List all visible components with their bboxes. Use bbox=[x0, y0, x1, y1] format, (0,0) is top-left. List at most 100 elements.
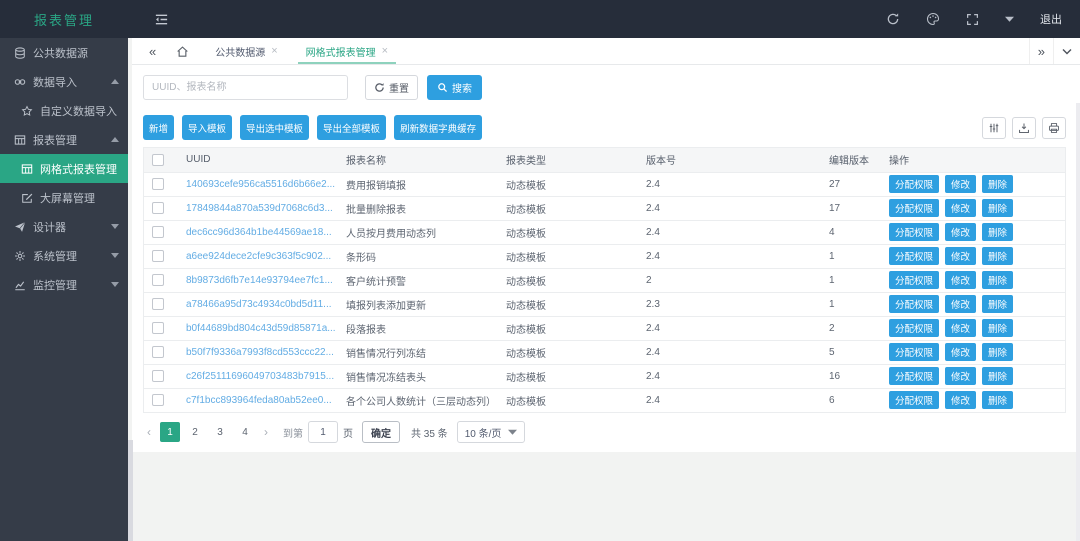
export-button[interactable] bbox=[1012, 117, 1036, 139]
row-checkbox[interactable] bbox=[152, 274, 164, 286]
toolbar-button[interactable]: 导出全部模板 bbox=[317, 115, 386, 140]
modify-button[interactable]: 修改 bbox=[945, 247, 976, 265]
sidebar-item[interactable]: 数据导入 bbox=[0, 67, 128, 96]
refresh-icon[interactable] bbox=[886, 12, 900, 26]
home-tab-icon[interactable] bbox=[164, 45, 201, 58]
delete-button[interactable]: 删除 bbox=[982, 391, 1013, 409]
delete-button[interactable]: 删除 bbox=[982, 247, 1013, 265]
uuid-link[interactable]: c7f1bcc893964feda80ab52ee0... bbox=[186, 395, 332, 406]
chevron-down-icon[interactable] bbox=[1053, 38, 1080, 64]
assign-permission-button[interactable]: 分配权限 bbox=[889, 343, 939, 361]
report-management-app: 报表管理 退出 公共数据源数据导入自定义数据导入报表管理网格式报表管理大屏幕管理… bbox=[0, 0, 1080, 541]
select-all-checkbox[interactable] bbox=[152, 154, 164, 166]
next-page-button[interactable]: › bbox=[260, 425, 272, 439]
delete-button[interactable]: 删除 bbox=[982, 223, 1013, 241]
sidebar-item[interactable]: 监控管理 bbox=[0, 270, 128, 299]
close-tab-icon[interactable]: × bbox=[382, 45, 388, 57]
collapse-tabs-icon[interactable]: « bbox=[141, 44, 164, 59]
modify-button[interactable]: 修改 bbox=[945, 199, 976, 217]
delete-button[interactable]: 删除 bbox=[982, 271, 1013, 289]
page-number[interactable]: 1 bbox=[160, 422, 180, 442]
delete-button[interactable]: 删除 bbox=[982, 199, 1013, 217]
row-checkbox[interactable] bbox=[152, 250, 164, 262]
uuid-link[interactable]: a6ee924dece2cfe9c363f5c902... bbox=[186, 251, 331, 262]
uuid-link[interactable]: b0f44689bd804c43d59d85871a... bbox=[186, 323, 336, 334]
sidebar-item[interactable]: 大屏幕管理 bbox=[0, 183, 128, 212]
caret-down-icon[interactable] bbox=[1005, 16, 1014, 22]
vertical-scrollbar[interactable] bbox=[1076, 103, 1080, 541]
page-size-select[interactable]: 10 条/页 bbox=[457, 421, 526, 443]
toolbar-button[interactable]: 导入模板 bbox=[182, 115, 232, 140]
page-number[interactable]: 3 bbox=[210, 422, 230, 442]
modify-button[interactable]: 修改 bbox=[945, 367, 976, 385]
uuid-link[interactable]: 8b9873d6fb7e14e93794ee7fc1... bbox=[186, 275, 333, 286]
toolbar-button[interactable]: 新增 bbox=[143, 115, 174, 140]
uuid-link[interactable]: 140693cefe956ca5516d6b66e2... bbox=[186, 179, 335, 190]
page-number[interactable]: 2 bbox=[185, 422, 205, 442]
confirm-page-button[interactable]: 确定 bbox=[362, 421, 400, 443]
assign-permission-button[interactable]: 分配权限 bbox=[889, 199, 939, 217]
edit-version-cell: 16 bbox=[821, 364, 881, 388]
row-checkbox[interactable] bbox=[152, 226, 164, 238]
row-checkbox[interactable] bbox=[152, 178, 164, 190]
modify-button[interactable]: 修改 bbox=[945, 175, 976, 193]
sidebar-item[interactable]: 自定义数据导入 bbox=[0, 96, 128, 125]
uuid-link[interactable]: 17849844a870a539d7068c6d3... bbox=[186, 203, 333, 214]
print-button[interactable] bbox=[1042, 117, 1066, 139]
uuid-link[interactable]: dec6cc96d364b1be44569ae18... bbox=[186, 227, 332, 238]
reset-button[interactable]: 重置 bbox=[365, 75, 418, 100]
uuid-link[interactable]: c26f25111696049703483b7915... bbox=[186, 371, 334, 382]
modify-button[interactable]: 修改 bbox=[945, 391, 976, 409]
toolbar-button[interactable]: 导出选中模板 bbox=[240, 115, 309, 140]
sidebar-item[interactable]: 报表管理 bbox=[0, 125, 128, 154]
close-tab-icon[interactable]: × bbox=[271, 45, 277, 57]
row-checkbox[interactable] bbox=[152, 346, 164, 358]
assign-permission-button[interactable]: 分配权限 bbox=[889, 295, 939, 313]
row-checkbox[interactable] bbox=[152, 202, 164, 214]
modify-button[interactable]: 修改 bbox=[945, 319, 976, 337]
sidebar-item[interactable]: 公共数据源 bbox=[0, 38, 128, 67]
sidebar-item[interactable]: 系统管理 bbox=[0, 241, 128, 270]
sidebar-item[interactable]: 网格式报表管理 bbox=[0, 154, 128, 183]
prev-page-button[interactable]: ‹ bbox=[143, 425, 155, 439]
page-number[interactable]: 4 bbox=[235, 422, 255, 442]
delete-button[interactable]: 删除 bbox=[982, 295, 1013, 313]
menu-fold-icon[interactable] bbox=[154, 12, 169, 27]
jump-page-input[interactable] bbox=[308, 421, 338, 443]
uuid-link[interactable]: b50f7f9336a7993f8cd553ccc22... bbox=[186, 347, 334, 358]
search-button[interactable]: 搜索 bbox=[427, 75, 482, 100]
assign-permission-button[interactable]: 分配权限 bbox=[889, 223, 939, 241]
fullscreen-icon[interactable] bbox=[966, 13, 979, 26]
assign-permission-button[interactable]: 分配权限 bbox=[889, 367, 939, 385]
logout-button[interactable]: 退出 bbox=[1040, 11, 1062, 27]
assign-permission-button[interactable]: 分配权限 bbox=[889, 247, 939, 265]
assign-permission-button[interactable]: 分配权限 bbox=[889, 175, 939, 193]
content-scrollbar[interactable] bbox=[128, 440, 133, 541]
assign-permission-button[interactable]: 分配权限 bbox=[889, 391, 939, 409]
modify-button[interactable]: 修改 bbox=[945, 295, 976, 313]
search-input[interactable] bbox=[143, 75, 348, 100]
table-row: a78466a95d73c4934c0bd5d11...填报列表添加更新动态模板… bbox=[144, 292, 1065, 316]
uuid-link[interactable]: a78466a95d73c4934c0bd5d11... bbox=[186, 299, 332, 310]
modify-button[interactable]: 修改 bbox=[945, 271, 976, 289]
row-checkbox[interactable] bbox=[152, 322, 164, 334]
delete-button[interactable]: 删除 bbox=[982, 367, 1013, 385]
delete-button[interactable]: 删除 bbox=[982, 343, 1013, 361]
tab-item[interactable]: 公共数据源× bbox=[201, 38, 291, 64]
assign-permission-button[interactable]: 分配权限 bbox=[889, 271, 939, 289]
delete-button[interactable]: 删除 bbox=[982, 319, 1013, 337]
tab-item[interactable]: 网格式报表管理× bbox=[292, 38, 402, 64]
expand-tabs-icon[interactable]: » bbox=[1029, 38, 1053, 64]
theme-palette-icon[interactable] bbox=[926, 12, 940, 26]
delete-button[interactable]: 删除 bbox=[982, 175, 1013, 193]
report-name-cell: 费用报销填报 bbox=[338, 172, 498, 196]
row-checkbox[interactable] bbox=[152, 370, 164, 382]
row-checkbox[interactable] bbox=[152, 298, 164, 310]
modify-button[interactable]: 修改 bbox=[945, 343, 976, 361]
column-filter-button[interactable] bbox=[982, 117, 1006, 139]
toolbar-button[interactable]: 刷新数据字典缓存 bbox=[394, 115, 482, 140]
assign-permission-button[interactable]: 分配权限 bbox=[889, 319, 939, 337]
row-checkbox[interactable] bbox=[152, 394, 164, 406]
sidebar-item[interactable]: 设计器 bbox=[0, 212, 128, 241]
modify-button[interactable]: 修改 bbox=[945, 223, 976, 241]
